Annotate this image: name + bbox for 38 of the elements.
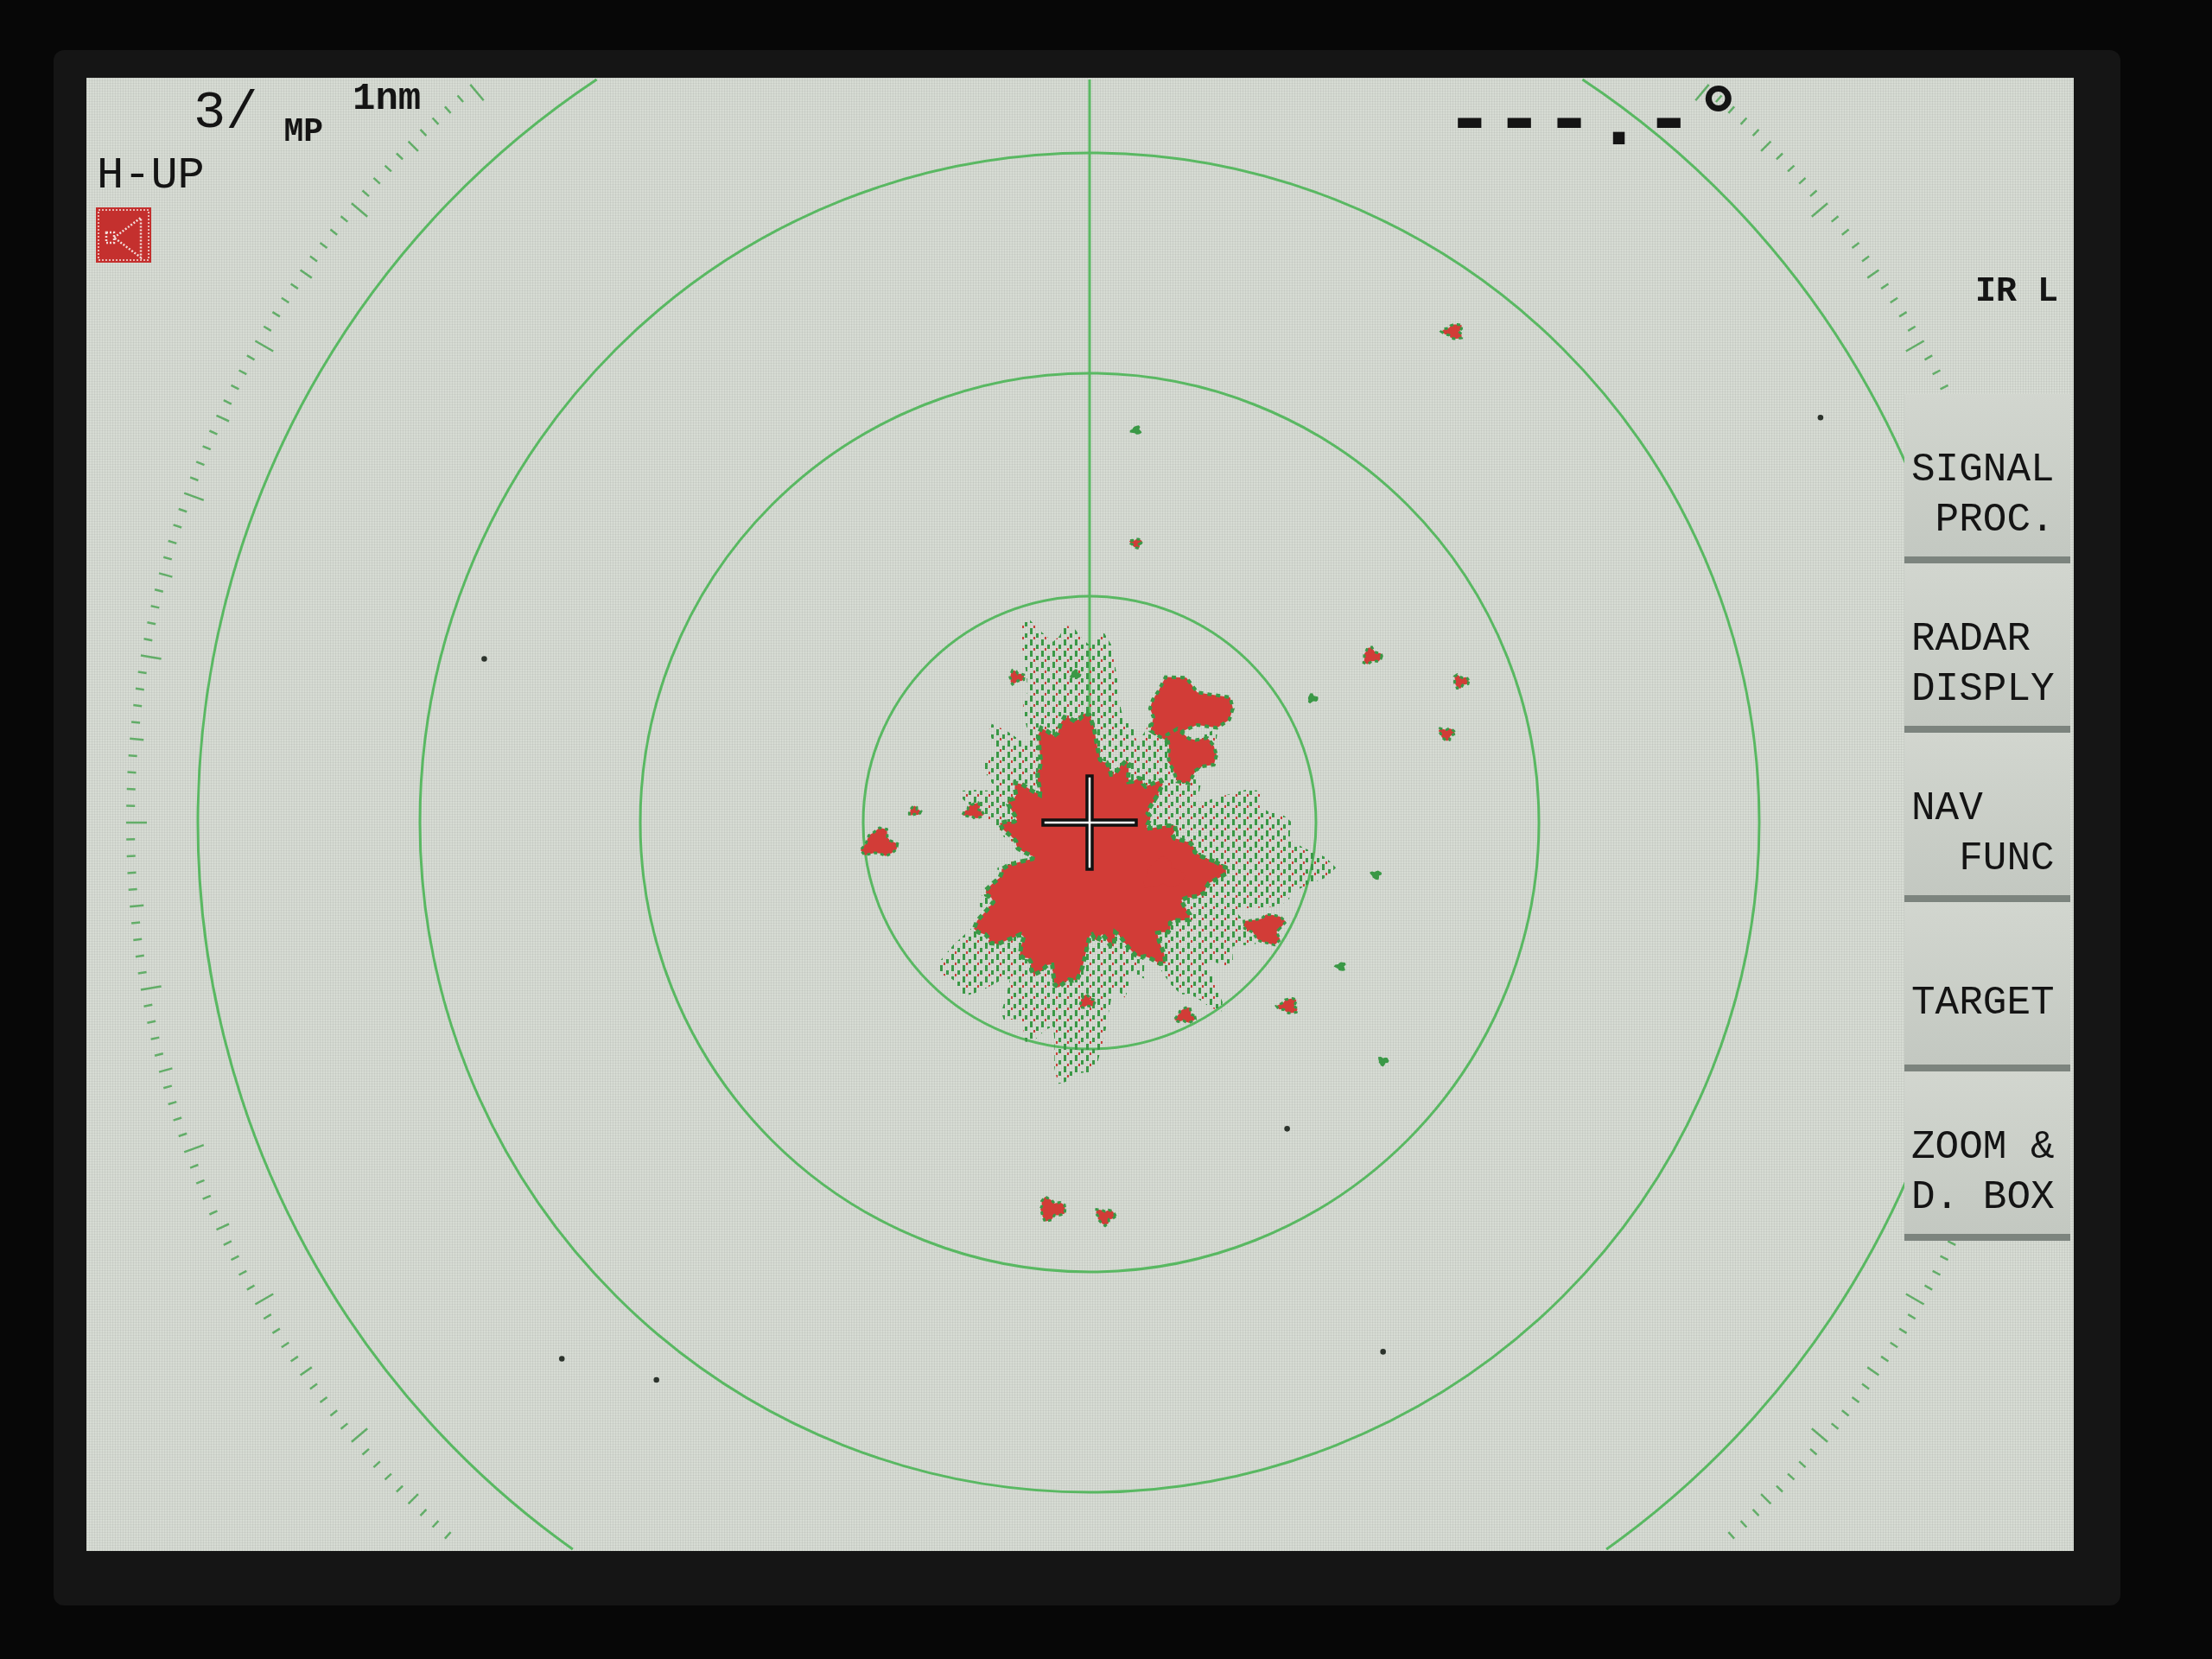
pulse-mode-label: MP [283, 116, 324, 149]
radar-echo [1437, 727, 1457, 743]
ring-interval-label: 1nm [353, 79, 422, 118]
menu-button[interactable]: ZOOM & D. BOX [1904, 1071, 2070, 1241]
radar-echo [1242, 912, 1288, 947]
menu-button[interactable]: NAV FUNC [1904, 733, 2070, 902]
orientation-label: H-UP [97, 154, 205, 199]
status-indicator: IR L [1975, 275, 2058, 309]
range-label: 3/ [194, 86, 258, 140]
menu-button[interactable]: TARGET [1904, 902, 2070, 1071]
menu-button[interactable]: RADAR DISPLY [1904, 563, 2070, 733]
radar-echo [481, 656, 487, 662]
radar-echo [1039, 1195, 1067, 1224]
radar-echo [858, 826, 899, 858]
radar-echo [1284, 1126, 1290, 1132]
radar-echo [653, 1376, 659, 1383]
radar-echo [1094, 1207, 1118, 1228]
radar-echo [1008, 668, 1026, 686]
radar-echo [1817, 415, 1824, 421]
radar-echo [960, 801, 986, 820]
radar-echo [1127, 537, 1144, 550]
radar-echo [1078, 992, 1097, 1009]
radar-echo [1370, 870, 1382, 880]
radar-echo [1439, 323, 1464, 340]
radar-echo [1378, 1056, 1389, 1067]
radar-echo [1274, 996, 1300, 1015]
radar-echo [1362, 645, 1383, 666]
radar-echo [1333, 962, 1346, 971]
radar-echo [559, 1356, 565, 1362]
radar-echo [1307, 693, 1319, 704]
speaker-icon [96, 207, 151, 263]
radar-echo [1070, 669, 1082, 679]
radar-echo [1129, 425, 1142, 435]
radar-echo [1452, 673, 1471, 690]
menu-button[interactable]: SIGNAL PROC. [1904, 394, 2070, 563]
radar-echo [1172, 1006, 1198, 1025]
radar-echo [907, 804, 923, 817]
radar-echo [1380, 1349, 1386, 1355]
